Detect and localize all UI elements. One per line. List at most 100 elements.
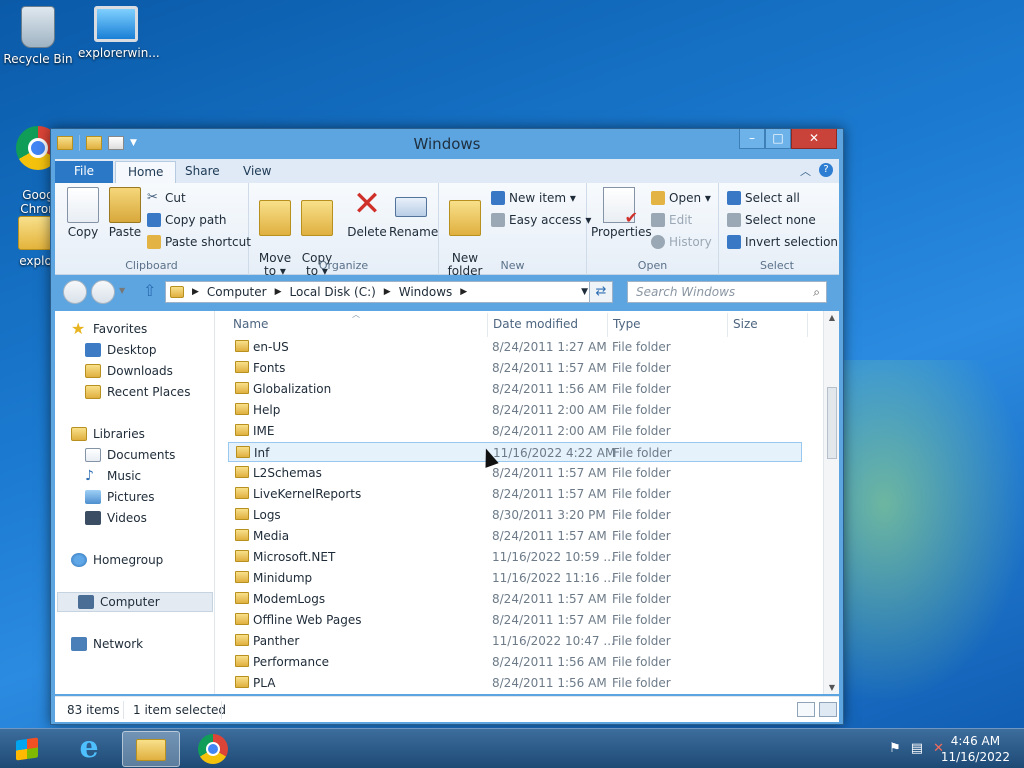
vertical-scrollbar[interactable]: ▲ ▼ bbox=[823, 311, 839, 694]
scrollbar-thumb[interactable] bbox=[827, 387, 837, 459]
start-button[interactable] bbox=[8, 733, 48, 765]
clock[interactable]: 4:46 AM 11/16/2022 bbox=[941, 733, 1010, 765]
table-row[interactable]: Offline Web Pages 8/24/2011 1:57 AM File f… bbox=[228, 610, 802, 630]
maximize-button[interactable]: □ bbox=[765, 129, 791, 149]
folder-icon bbox=[236, 446, 250, 458]
table-row[interactable]: LiveKernelReports 8/24/2011 1:57 AM File f… bbox=[228, 484, 802, 504]
breadcrumb-computer[interactable]: Computer bbox=[207, 285, 267, 299]
scroll-down-arrow[interactable]: ▼ bbox=[824, 683, 840, 692]
new-item-icon bbox=[491, 191, 505, 205]
table-row[interactable]: Logs 8/30/2011 3:20 PM File folder bbox=[228, 505, 802, 525]
address-bar[interactable]: ▶ Computer ▶ Local Disk (C:) ▶ Windows ▶… bbox=[165, 281, 613, 303]
nav-pictures[interactable]: Pictures bbox=[85, 487, 155, 507]
table-row[interactable]: ModemLogs 8/24/2011 1:57 AM File folder bbox=[228, 589, 802, 609]
up-arrow-icon[interactable]: ⇧ bbox=[143, 281, 156, 300]
breadcrumb-windows[interactable]: Windows bbox=[399, 285, 453, 299]
table-row[interactable]: Performance 8/24/2011 1:56 AM File folder bbox=[228, 652, 802, 672]
table-row[interactable]: en-US 8/24/2011 1:27 AM File folder bbox=[228, 337, 802, 357]
cut-button[interactable]: ✂ Cut bbox=[147, 189, 186, 207]
table-row[interactable]: Fonts 8/24/2011 1:57 AM File folder bbox=[228, 358, 802, 378]
copy-path-button[interactable]: Copy path bbox=[147, 211, 227, 229]
select-none-button[interactable]: Select none bbox=[727, 211, 816, 229]
table-row[interactable]: Microsoft.NET 11/16/2022 10:59 ... File fo… bbox=[228, 547, 802, 567]
delete-button[interactable]: ✕ Delete bbox=[345, 187, 389, 239]
recent-locations-icon[interactable]: ▼ bbox=[119, 286, 125, 295]
table-row[interactable]: Inf 11/16/2022 4:22 AM File folder bbox=[228, 442, 802, 462]
nav-network[interactable]: Network bbox=[71, 634, 143, 654]
tab-home[interactable]: Home bbox=[115, 161, 177, 183]
table-row[interactable]: Help 8/24/2011 2:00 AM File folder bbox=[228, 400, 802, 420]
tab-share[interactable]: Share bbox=[173, 161, 232, 183]
table-row[interactable]: Media 8/24/2011 1:57 AM File folder bbox=[228, 526, 802, 546]
open-button[interactable]: Open ▾ bbox=[651, 189, 711, 207]
nav-downloads[interactable]: Downloads bbox=[85, 361, 173, 381]
file-date: 8/24/2011 1:57 AM bbox=[492, 487, 607, 501]
nav-videos[interactable]: Videos bbox=[85, 508, 147, 528]
tab-file[interactable]: File bbox=[55, 161, 113, 183]
action-center-flag-icon[interactable]: ⚑ bbox=[889, 741, 901, 756]
breadcrumb-local-disk[interactable]: Local Disk (C:) bbox=[290, 285, 376, 299]
edit-button[interactable]: Edit bbox=[651, 211, 692, 229]
column-header-date[interactable]: Date modified bbox=[493, 317, 578, 331]
folder-icon bbox=[235, 466, 249, 478]
nav-documents[interactable]: Documents bbox=[85, 445, 175, 465]
rename-button[interactable]: Rename bbox=[389, 187, 438, 239]
taskbar-file-explorer[interactable] bbox=[122, 731, 180, 767]
paste-button[interactable]: Paste bbox=[103, 187, 147, 239]
column-header-size[interactable]: Size bbox=[733, 317, 758, 331]
file-type: File folder bbox=[612, 676, 671, 690]
group-label: Open bbox=[637, 259, 668, 272]
scroll-up-arrow[interactable]: ▲ bbox=[824, 313, 840, 322]
select-all-button[interactable]: Select all bbox=[727, 189, 800, 207]
table-row[interactable]: IME 8/24/2011 2:00 AM File folder bbox=[228, 421, 802, 441]
nav-computer[interactable]: Computer bbox=[57, 592, 213, 612]
back-button[interactable] bbox=[63, 280, 87, 304]
nav-libraries[interactable]: Libraries bbox=[71, 424, 145, 444]
easy-access-button[interactable]: Easy access ▾ bbox=[491, 211, 591, 229]
network-tray-icon[interactable]: ▤ bbox=[911, 741, 923, 756]
search-icon[interactable]: ⌕ bbox=[813, 282, 820, 302]
properties-button[interactable]: Properties bbox=[591, 187, 652, 239]
chevron-right-icon[interactable]: ▶ bbox=[192, 287, 199, 297]
move-to-button[interactable]: Move to ▾ bbox=[253, 187, 297, 291]
invert-selection-button[interactable]: Invert selection bbox=[727, 233, 838, 251]
chevron-right-icon[interactable]: ▶ bbox=[384, 287, 391, 297]
tab-view[interactable]: View bbox=[231, 161, 283, 183]
taskbar-chrome[interactable] bbox=[184, 731, 242, 767]
table-row[interactable]: Panther 11/16/2022 10:47 ... File folder bbox=[228, 631, 802, 651]
chevron-right-icon[interactable]: ▶ bbox=[275, 287, 282, 297]
table-row[interactable]: PLA 8/24/2011 1:56 AM File folder bbox=[228, 673, 802, 693]
forward-button[interactable] bbox=[91, 280, 115, 304]
new-item-button[interactable]: New item ▾ bbox=[491, 189, 576, 207]
column-header-name[interactable]: Name bbox=[233, 317, 268, 331]
details-view-button[interactable] bbox=[797, 702, 815, 717]
taskbar-internet-explorer[interactable]: e bbox=[60, 731, 118, 767]
help-icon[interactable]: ? bbox=[819, 163, 833, 177]
title-bar[interactable]: ▼ Windows – □ ✕ bbox=[51, 129, 843, 159]
nav-recent-places[interactable]: Recent Places bbox=[85, 382, 190, 402]
chevron-right-icon[interactable]: ▶ bbox=[460, 287, 467, 297]
paste-shortcut-button[interactable]: Paste shortcut bbox=[147, 233, 251, 251]
refresh-button[interactable]: ⇄ bbox=[589, 281, 613, 303]
file-type: File folder bbox=[612, 508, 671, 522]
close-button[interactable]: ✕ bbox=[791, 129, 837, 149]
chevron-down-icon[interactable]: ▼ bbox=[581, 287, 588, 297]
chevron-up-icon[interactable]: ︿ bbox=[800, 163, 811, 179]
search-input[interactable]: Search Windows ⌕ bbox=[627, 281, 827, 303]
copy-to-button[interactable]: Copy to ▾ bbox=[295, 187, 339, 291]
table-row[interactable]: Minidump 11/16/2022 11:16 ... File folder bbox=[228, 568, 802, 588]
desktop-icon-recycle-bin[interactable]: Recycle Bin bbox=[0, 6, 76, 66]
nav-homegroup[interactable]: Homegroup bbox=[71, 550, 163, 570]
nav-music[interactable]: ♪ Music bbox=[85, 466, 141, 486]
column-header-type[interactable]: Type bbox=[613, 317, 641, 331]
nav-desktop[interactable]: Desktop bbox=[85, 340, 157, 360]
minimize-button[interactable]: – bbox=[739, 129, 765, 149]
copy-button[interactable]: Copy bbox=[61, 187, 105, 239]
table-row[interactable]: Globalization 8/24/2011 1:56 AM File folde… bbox=[228, 379, 802, 399]
desktop-icon-explorerwin[interactable]: explorerwin... bbox=[78, 6, 160, 60]
table-row[interactable]: L2Schemas 8/24/2011 1:57 AM File folder bbox=[228, 463, 802, 483]
nav-favorites[interactable]: ★ Favorites bbox=[71, 319, 147, 339]
new-folder-button[interactable]: New folder bbox=[443, 187, 487, 291]
large-icons-view-button[interactable] bbox=[819, 702, 837, 717]
history-button[interactable]: History bbox=[651, 233, 712, 251]
